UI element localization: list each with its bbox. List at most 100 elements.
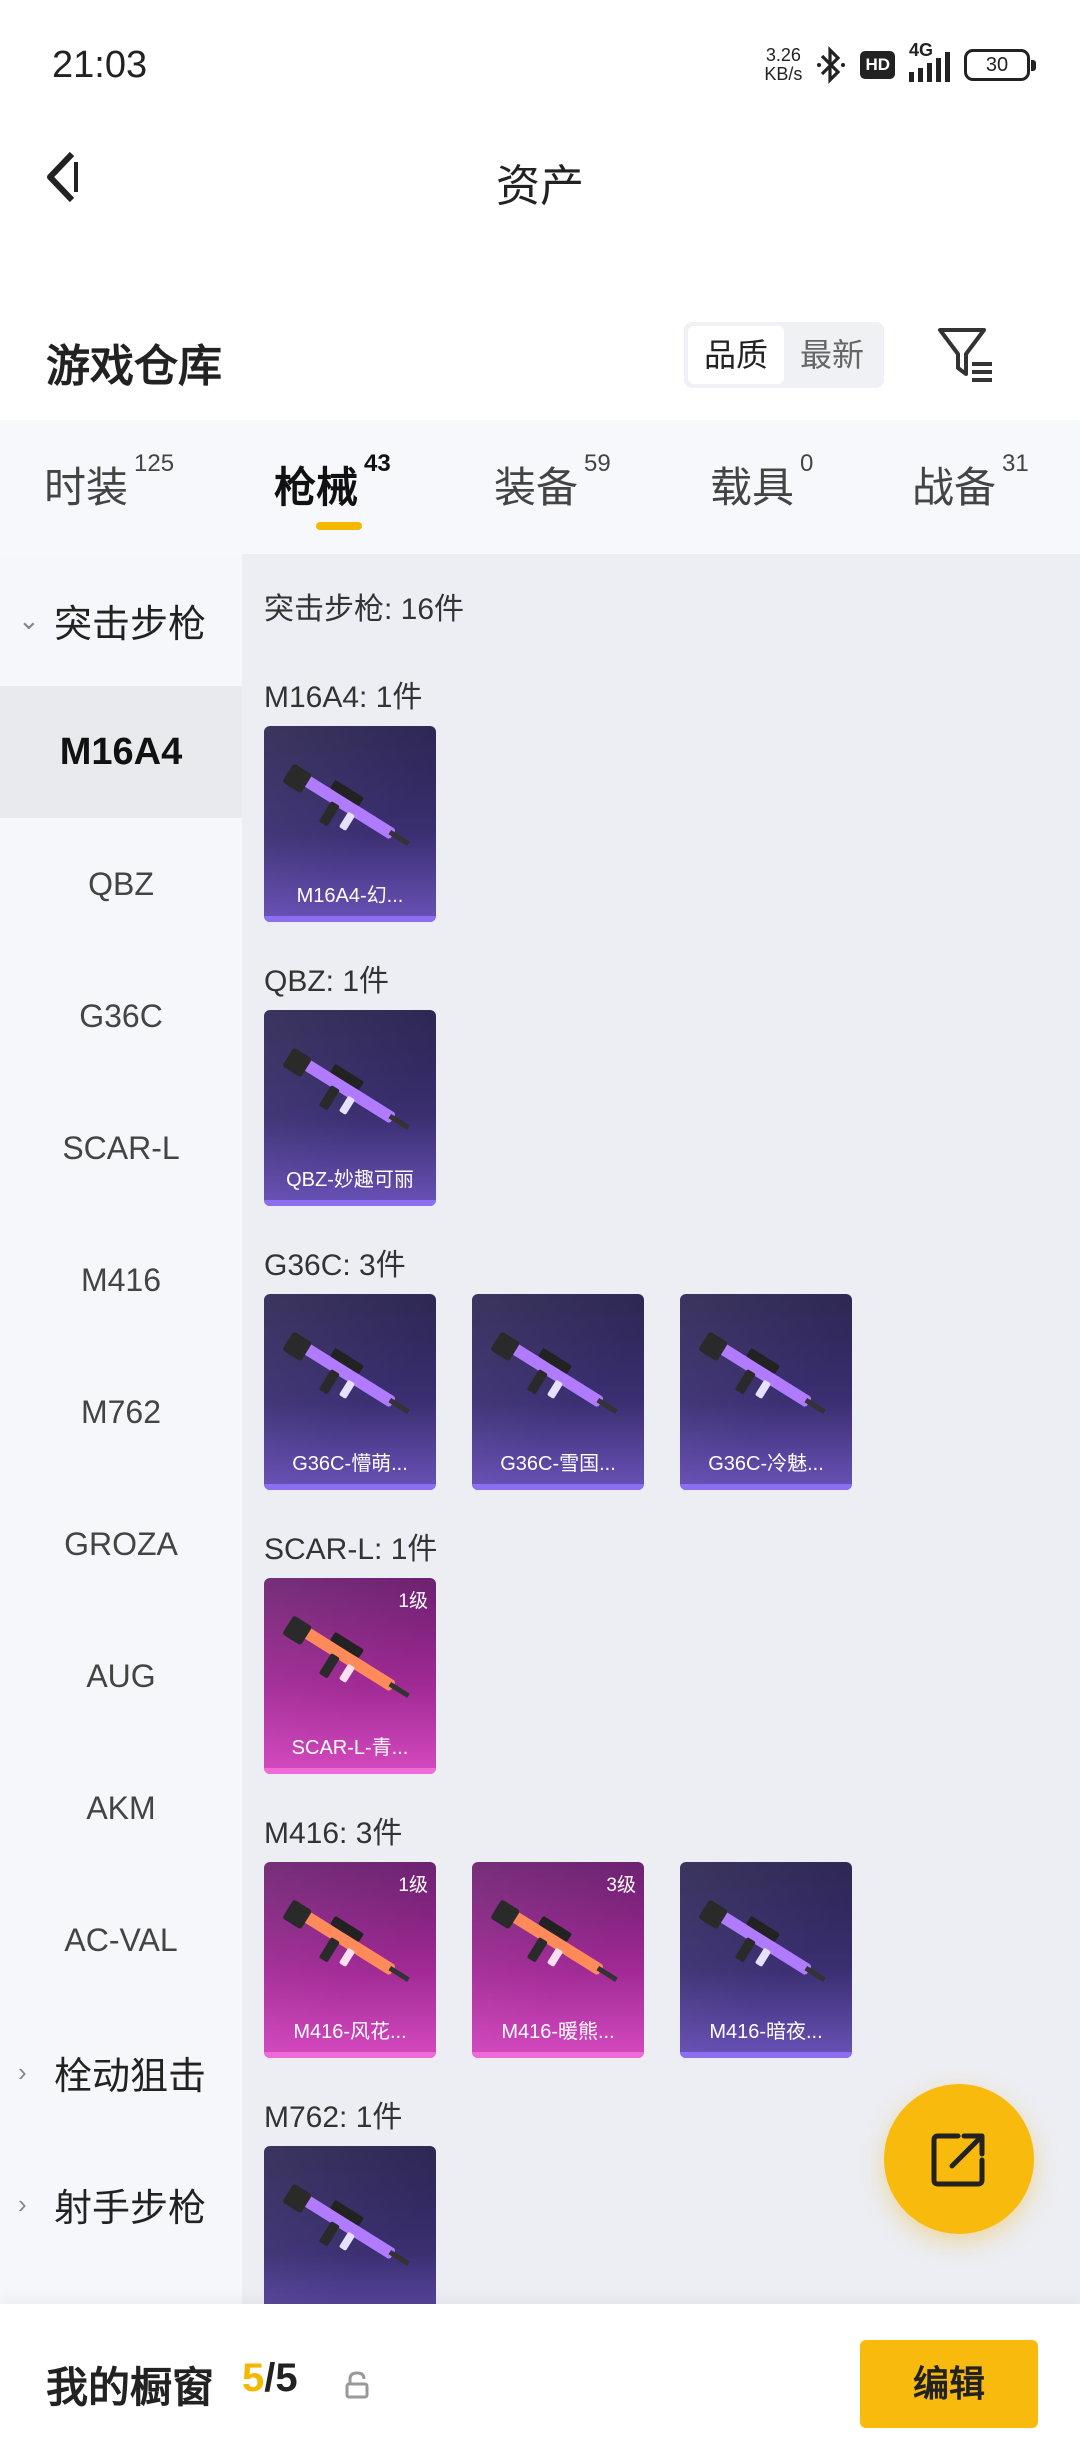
share-external-icon xyxy=(931,2133,985,2187)
skin-name: M416-暖熊... xyxy=(501,2021,615,2043)
sidebar-group-label: 突击步枪 xyxy=(54,603,207,646)
section-label: G36C: 3件 xyxy=(264,1249,406,1282)
tab-vehicles[interactable]: 载具0 xyxy=(710,450,813,515)
tab-firearms[interactable]: 枪械43 xyxy=(274,450,391,515)
rifle-icon xyxy=(491,1900,618,1982)
sidebar-item-akm[interactable]: AKM xyxy=(0,1742,242,1874)
weapon-skin-card[interactable]: G36C-冷魅... xyxy=(680,1294,852,1490)
chevron-right-icon: › xyxy=(18,2188,27,2219)
section-label: M16A4: 1件 xyxy=(264,681,423,714)
sidebar-item-ac-val[interactable]: AC-VAL xyxy=(0,1874,242,2006)
showcase-count: 5/5 xyxy=(242,2356,298,2401)
rarity-bar xyxy=(264,2052,436,2058)
weapon-skin-card[interactable]: M416-暗夜... xyxy=(680,1862,852,2058)
category-header: 突击步枪: 16件 xyxy=(264,593,465,626)
tab-count: 43 xyxy=(364,450,391,477)
weapon-skin-card[interactable]: G36C-雪国... xyxy=(472,1294,644,1490)
rifle-icon xyxy=(283,2184,410,2266)
tab-count: 0 xyxy=(800,450,814,477)
rarity-bar xyxy=(680,2052,852,2058)
tab-count: 31 xyxy=(1002,450,1029,477)
sort-newest-button[interactable]: 最新 xyxy=(784,326,880,384)
sidebar-item-m16a4[interactable]: M16A4 xyxy=(0,686,242,818)
skin-level-badge: 1级 xyxy=(398,1875,428,1896)
tab-equipment[interactable]: 装备59 xyxy=(494,450,611,515)
share-button[interactable] xyxy=(884,2084,1034,2234)
rarity-bar xyxy=(264,1200,436,1206)
edit-button[interactable]: 编辑 xyxy=(860,2340,1038,2428)
sidebar-group-label: 射手步枪 xyxy=(54,2187,207,2230)
skin-name: QBZ-妙趣可丽 xyxy=(286,1169,414,1191)
tab-label: 装备 xyxy=(494,464,579,511)
tab-label: 载具 xyxy=(710,464,795,511)
sidebar-group-marksman[interactable]: › 射手步枪 xyxy=(0,2138,242,2270)
sidebar-item-aug[interactable]: AUG xyxy=(0,1610,242,1742)
hd-badge: HD xyxy=(860,51,895,79)
showcase-current: 5 xyxy=(242,2356,265,2400)
sort-quality-button[interactable]: 品质 xyxy=(688,326,784,384)
weapon-skin-card[interactable]: G36C-懵萌... xyxy=(264,1294,436,1490)
skin-name: SCAR-L-青... xyxy=(291,1737,409,1759)
sidebar-item-scar-l[interactable]: SCAR-L xyxy=(0,1082,242,1214)
tab-label: 时装 xyxy=(44,464,129,511)
network-speed-value: 3.26 xyxy=(765,45,801,65)
rifle-icon xyxy=(699,1900,826,1982)
rifle-icon xyxy=(491,1332,618,1414)
rifle-icon xyxy=(283,1332,410,1414)
weapon-content: 突击步枪: 16件 M16A4: 1件 M16A4-幻... QBZ: 1件 QBZ-… xyxy=(242,554,1080,2304)
rarity-bar xyxy=(472,2052,644,2058)
weapon-skin-card[interactable]: 1级 M416-风花... xyxy=(264,1862,436,2058)
sidebar-group-label: 栓动狙击 xyxy=(54,2055,207,2098)
status-time: 21:03 xyxy=(52,44,148,86)
bottom-bar: 我的橱窗 5/5 编辑 xyxy=(0,2304,1080,2460)
active-tab-indicator xyxy=(316,522,362,530)
sidebar-item-groza[interactable]: GROZA xyxy=(0,1478,242,1610)
rarity-bar xyxy=(264,1484,436,1490)
rarity-bar xyxy=(264,1768,436,1774)
skin-name: G36C-冷魅... xyxy=(708,1453,824,1475)
lock-icon xyxy=(345,2371,369,2399)
weapon-skin-card[interactable] xyxy=(264,2146,436,2304)
bluetooth-icon xyxy=(817,46,846,84)
skin-level-badge: 3级 xyxy=(606,1875,636,1896)
chevron-right-icon: › xyxy=(18,2056,27,2087)
weapon-skin-card[interactable]: M16A4-幻... xyxy=(264,726,436,922)
sidebar-group-assault-rifles[interactable]: ⌄ 突击步枪 xyxy=(0,554,242,686)
sidebar-item-qbz[interactable]: QBZ xyxy=(0,818,242,950)
sidebar-item-m762[interactable]: M762 xyxy=(0,1346,242,1478)
warehouse-title: 游戏仓库 xyxy=(46,342,222,391)
tab-fashion[interactable]: 时装125 xyxy=(44,450,174,515)
weapon-sidebar: ⌄ 突击步枪 M16A4 QBZ G36C SCAR-L M416 M762 G… xyxy=(0,554,242,2304)
section-label: QBZ: 1件 xyxy=(264,965,390,998)
sort-toggle: 品质 最新 xyxy=(684,322,884,388)
sidebar-item-g36c[interactable]: G36C xyxy=(0,950,242,1082)
filter-icon[interactable] xyxy=(932,320,998,386)
weapon-skin-card[interactable]: QBZ-妙趣可丽 xyxy=(264,1010,436,1206)
rarity-bar xyxy=(264,916,436,922)
rifle-icon xyxy=(699,1332,826,1414)
page-title: 资产 xyxy=(496,162,584,211)
battery-icon: 30 xyxy=(964,49,1036,81)
network-type: 4G xyxy=(909,40,934,60)
rifle-icon xyxy=(283,1616,410,1698)
section-label: SCAR-L: 1件 xyxy=(264,1533,438,1566)
sidebar-item-m416[interactable]: M416 xyxy=(0,1214,242,1346)
chevron-down-icon: ⌄ xyxy=(18,604,40,635)
skin-name: M416-暗夜... xyxy=(709,2021,823,2043)
rarity-bar xyxy=(680,1484,852,1490)
tab-label: 枪械 xyxy=(274,464,359,511)
skin-name xyxy=(264,2296,436,2304)
skin-name: G36C-雪国... xyxy=(500,1453,616,1475)
status-bar: 21:03 3.26 KB/s HD 4G 30 xyxy=(0,0,1080,130)
tab-count: 125 xyxy=(134,450,175,477)
sidebar-group-bolt-action[interactable]: › 栓动狙击 xyxy=(0,2006,242,2138)
section-label: M416: 3件 xyxy=(264,1817,403,1850)
status-icons: 3.26 KB/s HD 4G 30 xyxy=(764,40,1036,86)
signal-icon: 4G xyxy=(909,40,950,82)
rifle-icon xyxy=(283,1900,410,1982)
weapon-skin-card[interactable]: 3级 M416-暖熊... xyxy=(472,1862,644,2058)
tab-war-gear[interactable]: 战备31 xyxy=(912,450,1029,515)
rifle-icon xyxy=(283,1048,410,1130)
weapon-skin-card[interactable]: 1级 SCAR-L-青... xyxy=(264,1578,436,1774)
skin-name: G36C-懵萌... xyxy=(292,1453,408,1475)
